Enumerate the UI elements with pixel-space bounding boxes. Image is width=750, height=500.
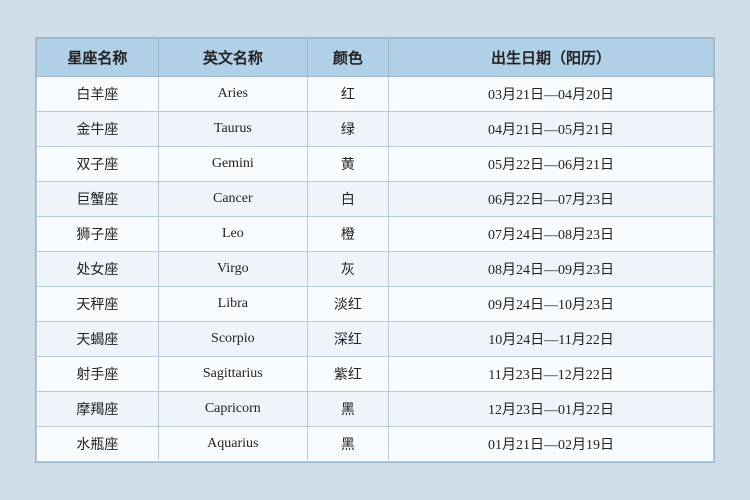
table-row: 天蝎座Scorpio深红10月24日—11月22日 [37, 322, 714, 357]
cell-date: 04月21日—05月21日 [389, 112, 714, 147]
cell-date: 10月24日—11月22日 [389, 322, 714, 357]
cell-color: 红 [307, 77, 388, 112]
zodiac-table-container: 星座名称 英文名称 颜色 出生日期（阳历） 白羊座Aries红03月21日—04… [35, 37, 715, 463]
cell-english: Virgo [158, 252, 307, 287]
table-row: 天秤座Libra淡红09月24日—10月23日 [37, 287, 714, 322]
cell-chinese: 射手座 [37, 357, 159, 392]
cell-english: Taurus [158, 112, 307, 147]
cell-color: 深红 [307, 322, 388, 357]
cell-date: 03月21日—04月20日 [389, 77, 714, 112]
cell-english: Sagittarius [158, 357, 307, 392]
cell-color: 紫红 [307, 357, 388, 392]
table-header-row: 星座名称 英文名称 颜色 出生日期（阳历） [37, 39, 714, 77]
cell-date: 12月23日—01月22日 [389, 392, 714, 427]
header-english: 英文名称 [158, 39, 307, 77]
cell-chinese: 金牛座 [37, 112, 159, 147]
cell-color: 灰 [307, 252, 388, 287]
header-color: 颜色 [307, 39, 388, 77]
cell-color: 黄 [307, 147, 388, 182]
table-row: 金牛座Taurus绿04月21日—05月21日 [37, 112, 714, 147]
cell-chinese: 白羊座 [37, 77, 159, 112]
zodiac-table: 星座名称 英文名称 颜色 出生日期（阳历） 白羊座Aries红03月21日—04… [36, 38, 714, 462]
cell-english: Aries [158, 77, 307, 112]
cell-chinese: 巨蟹座 [37, 182, 159, 217]
cell-english: Scorpio [158, 322, 307, 357]
table-row: 狮子座Leo橙07月24日—08月23日 [37, 217, 714, 252]
cell-chinese: 天蝎座 [37, 322, 159, 357]
table-row: 处女座Virgo灰08月24日—09月23日 [37, 252, 714, 287]
cell-date: 06月22日—07月23日 [389, 182, 714, 217]
table-row: 巨蟹座Cancer白06月22日—07月23日 [37, 182, 714, 217]
cell-color: 白 [307, 182, 388, 217]
table-row: 双子座Gemini黄05月22日—06月21日 [37, 147, 714, 182]
cell-english: Capricorn [158, 392, 307, 427]
cell-chinese: 双子座 [37, 147, 159, 182]
cell-date: 09月24日—10月23日 [389, 287, 714, 322]
cell-color: 淡红 [307, 287, 388, 322]
cell-date: 05月22日—06月21日 [389, 147, 714, 182]
cell-english: Gemini [158, 147, 307, 182]
table-row: 射手座Sagittarius紫红11月23日—12月22日 [37, 357, 714, 392]
cell-color: 黑 [307, 392, 388, 427]
cell-chinese: 摩羯座 [37, 392, 159, 427]
cell-date: 07月24日—08月23日 [389, 217, 714, 252]
cell-date: 08月24日—09月23日 [389, 252, 714, 287]
cell-date: 11月23日—12月22日 [389, 357, 714, 392]
cell-date: 01月21日—02月19日 [389, 427, 714, 462]
cell-english: Aquarius [158, 427, 307, 462]
cell-english: Leo [158, 217, 307, 252]
header-chinese: 星座名称 [37, 39, 159, 77]
cell-chinese: 狮子座 [37, 217, 159, 252]
cell-english: Cancer [158, 182, 307, 217]
cell-chinese: 水瓶座 [37, 427, 159, 462]
header-date: 出生日期（阳历） [389, 39, 714, 77]
cell-color: 黑 [307, 427, 388, 462]
cell-color: 橙 [307, 217, 388, 252]
cell-chinese: 天秤座 [37, 287, 159, 322]
table-body: 白羊座Aries红03月21日—04月20日金牛座Taurus绿04月21日—0… [37, 77, 714, 462]
cell-english: Libra [158, 287, 307, 322]
cell-chinese: 处女座 [37, 252, 159, 287]
table-row: 摩羯座Capricorn黑12月23日—01月22日 [37, 392, 714, 427]
table-row: 水瓶座Aquarius黑01月21日—02月19日 [37, 427, 714, 462]
table-row: 白羊座Aries红03月21日—04月20日 [37, 77, 714, 112]
cell-color: 绿 [307, 112, 388, 147]
